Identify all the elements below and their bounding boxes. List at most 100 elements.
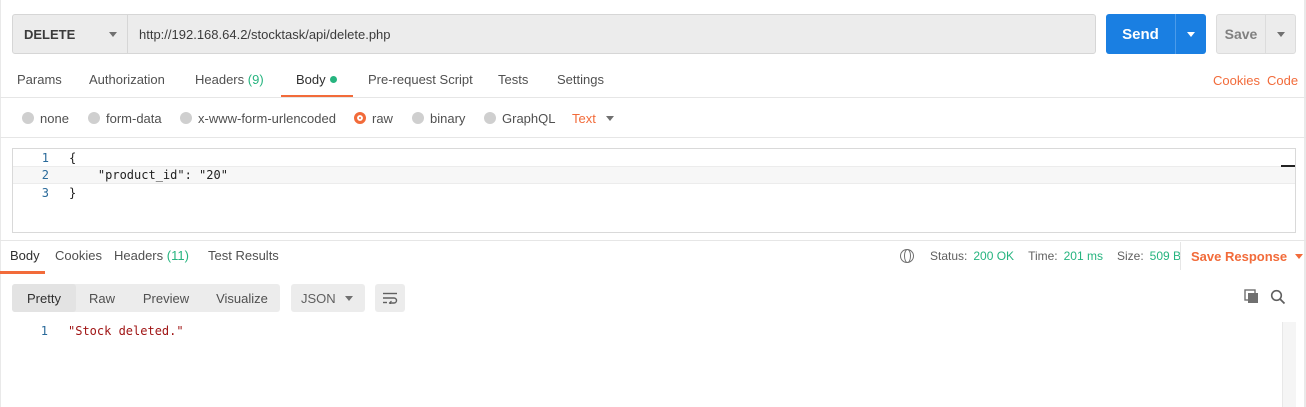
line-number: 1 bbox=[40, 324, 48, 338]
save-response-label: Save Response bbox=[1191, 248, 1288, 264]
size-group: Size: 509 B bbox=[1117, 249, 1181, 263]
chevron-down-icon bbox=[605, 115, 614, 121]
tab-headers[interactable]: Headers (9) bbox=[195, 66, 264, 98]
response-headers-count-badge: (11) bbox=[166, 248, 189, 263]
radio-none-label: none bbox=[40, 110, 69, 126]
raw-type-select[interactable]: Text bbox=[572, 108, 614, 128]
response-tab-cookies[interactable]: Cookies bbox=[55, 242, 102, 274]
code-link[interactable]: Code bbox=[1267, 73, 1298, 88]
send-options-button[interactable] bbox=[1176, 14, 1206, 54]
headers-count-badge: (9) bbox=[247, 72, 264, 87]
raw-type-label: Text bbox=[572, 110, 596, 126]
response-view-modes: Pretty Raw Preview Visualize bbox=[12, 284, 280, 312]
chevron-down-icon bbox=[1295, 253, 1304, 259]
chevron-down-icon bbox=[1276, 31, 1285, 37]
status-group: Status: 200 OK bbox=[930, 249, 1014, 263]
request-body-editor[interactable]: 1 { 2 "product_id": "20" 3 } bbox=[12, 148, 1296, 233]
tab-params[interactable]: Params bbox=[17, 66, 62, 98]
method-select[interactable]: DELETE bbox=[13, 15, 128, 53]
response-text: "Stock deleted." bbox=[68, 324, 184, 338]
time-group: Time: 201 ms bbox=[1028, 249, 1103, 263]
code-text: { bbox=[69, 151, 77, 165]
save-button-group: Save bbox=[1216, 14, 1296, 54]
radio-circle-icon bbox=[412, 112, 424, 124]
request-url-bar: DELETE http://192.168.64.2/stocktask/api… bbox=[12, 14, 1096, 54]
response-format-label: JSON bbox=[301, 290, 336, 306]
tabs-divider bbox=[0, 97, 1306, 98]
save-button[interactable]: Save bbox=[1217, 15, 1266, 53]
tab-authorization[interactable]: Authorization bbox=[89, 66, 165, 98]
response-scrollbar[interactable] bbox=[1282, 322, 1296, 407]
response-tab-headers-label: Headers bbox=[114, 248, 164, 263]
send-button-group: Send bbox=[1106, 14, 1206, 54]
radio-form-data[interactable]: form-data bbox=[88, 108, 162, 128]
response-tab-test-results-label: Test Results bbox=[208, 248, 279, 263]
response-body-viewer[interactable]: 1 "Stock deleted." bbox=[12, 322, 1282, 407]
response-status-bar: Status: 200 OK Time: 201 ms Size: 509 B bbox=[900, 242, 1181, 270]
save-options-button[interactable] bbox=[1266, 15, 1295, 53]
search-icon[interactable] bbox=[1270, 289, 1286, 305]
url-text: http://192.168.64.2/stocktask/api/delete… bbox=[139, 26, 391, 42]
tab-pre-request-script[interactable]: Pre-request Script bbox=[368, 66, 473, 98]
size-label: Size: bbox=[1116, 249, 1144, 263]
tab-settings-label: Settings bbox=[557, 72, 604, 87]
view-preview-button[interactable]: Preview bbox=[128, 284, 204, 312]
send-button[interactable]: Send bbox=[1106, 14, 1176, 54]
status-label: Status: bbox=[930, 249, 968, 263]
url-input[interactable]: http://192.168.64.2/stocktask/api/delete… bbox=[128, 15, 1095, 53]
radio-circle-icon bbox=[484, 112, 496, 124]
size-value[interactable]: 509 B bbox=[1150, 249, 1181, 263]
left-edge bbox=[0, 0, 1, 407]
radio-binary-label: binary bbox=[430, 110, 466, 126]
tab-authorization-label: Authorization bbox=[89, 72, 165, 87]
radio-graphql-label: GraphQL bbox=[502, 110, 556, 126]
radio-circle-icon bbox=[88, 112, 100, 124]
radio-circle-icon bbox=[180, 112, 192, 124]
cookies-link[interactable]: Cookies bbox=[1213, 73, 1260, 88]
tab-tests-label: Tests bbox=[498, 72, 529, 87]
status-value[interactable]: 200 OK bbox=[973, 249, 1014, 263]
tab-body[interactable]: Body bbox=[281, 66, 353, 98]
tab-tests[interactable]: Tests bbox=[498, 66, 528, 98]
radio-raw-label: raw bbox=[372, 110, 393, 126]
radio-graphql[interactable]: GraphQL bbox=[484, 108, 555, 128]
response-format-select[interactable]: JSON bbox=[291, 284, 365, 312]
radios-divider bbox=[0, 137, 1306, 138]
line-number: 2 bbox=[41, 168, 49, 182]
code-text: "product_id": "20" bbox=[69, 168, 228, 182]
view-visualize-button[interactable]: Visualize bbox=[204, 284, 280, 312]
view-raw-button[interactable]: Raw bbox=[76, 284, 128, 312]
chevron-down-icon bbox=[109, 31, 117, 37]
wrap-lines-icon bbox=[383, 292, 398, 304]
radio-urlencoded[interactable]: x-www-form-urlencoded bbox=[180, 108, 336, 128]
editor-line-active: 2 "product_id": "20" bbox=[13, 166, 1295, 184]
response-tab-cookies-label: Cookies bbox=[55, 248, 102, 263]
tab-pre-request-label: Pre-request Script bbox=[368, 72, 473, 87]
globe-icon[interactable] bbox=[900, 249, 914, 263]
response-tab-headers[interactable]: Headers (11) bbox=[114, 242, 189, 274]
time-label: Time: bbox=[1028, 249, 1058, 263]
editor-scroll-marker bbox=[1281, 165, 1295, 167]
tab-settings[interactable]: Settings bbox=[557, 66, 604, 98]
response-divider bbox=[0, 240, 1306, 241]
time-value[interactable]: 201 ms bbox=[1064, 249, 1103, 263]
radio-raw[interactable]: raw bbox=[354, 108, 393, 128]
copy-icon[interactable] bbox=[1244, 289, 1260, 305]
response-tab-body-label: Body bbox=[10, 248, 40, 263]
radio-form-data-label: form-data bbox=[106, 110, 162, 126]
body-active-dot bbox=[329, 76, 337, 83]
editor-line: 1 { bbox=[13, 149, 1295, 167]
save-response-button[interactable]: Save Response bbox=[1180, 242, 1304, 270]
chevron-down-icon bbox=[345, 295, 353, 301]
radio-circle-icon bbox=[22, 112, 34, 124]
line-number: 1 bbox=[41, 151, 49, 165]
tab-body-label: Body bbox=[296, 72, 326, 87]
response-tab-test-results[interactable]: Test Results bbox=[208, 242, 279, 274]
view-pretty-button[interactable]: Pretty bbox=[12, 284, 76, 312]
wrap-lines-button[interactable] bbox=[375, 284, 405, 312]
body-type-radios: none form-data x-www-form-urlencoded raw… bbox=[0, 108, 1306, 128]
radio-binary[interactable]: binary bbox=[412, 108, 465, 128]
radio-none[interactable]: none bbox=[22, 108, 69, 128]
response-tab-body[interactable]: Body bbox=[0, 242, 45, 274]
chevron-down-icon bbox=[1187, 31, 1195, 37]
